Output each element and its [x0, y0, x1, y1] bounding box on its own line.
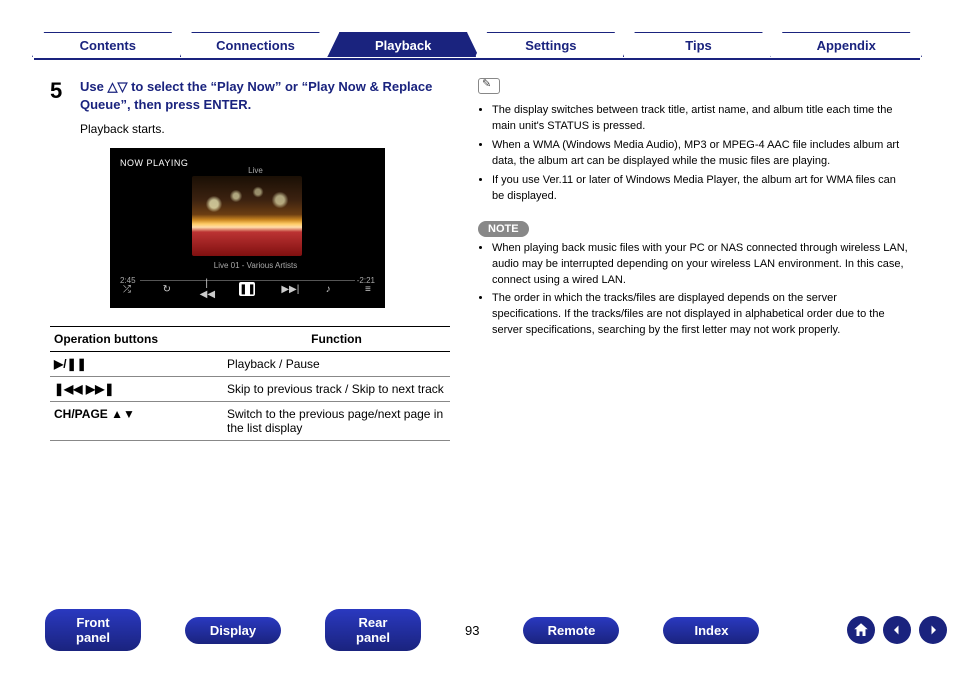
- op-btn-2: CH/PAGE ▲▼: [54, 407, 135, 421]
- tab-connections[interactable]: Connections: [180, 32, 332, 57]
- tab-contents[interactable]: Contents: [32, 32, 184, 57]
- operation-table: Operation buttons Function ▶/❚❚ Playback …: [50, 326, 450, 441]
- cursor-up-down-icon: △▽: [107, 79, 127, 94]
- table-row: ▶/❚❚ Playback / Pause: [50, 352, 450, 377]
- queue-icon: ≡: [361, 284, 375, 295]
- op-fn-0: Playback / Pause: [223, 352, 450, 377]
- op-btn-0: ▶/❚❚: [54, 357, 87, 371]
- step-subtext: Playback starts.: [80, 122, 450, 136]
- album-art: [192, 176, 302, 256]
- op-fn-1: Skip to previous track / Skip to next tr…: [223, 377, 450, 402]
- list-item: When a WMA (Windows Media Audio), MP3 or…: [492, 138, 908, 170]
- front-panel-button[interactable]: Front panel: [45, 609, 141, 651]
- tab-settings[interactable]: Settings: [475, 32, 627, 57]
- tab-tips[interactable]: Tips: [623, 32, 775, 57]
- tip-icon: [478, 78, 500, 94]
- note-list: When playing back music files with your …: [478, 241, 908, 340]
- pause-icon: ❚❚: [239, 282, 255, 296]
- remote-button[interactable]: Remote: [523, 617, 619, 644]
- note-badge: NOTE: [478, 221, 529, 237]
- op-th1: Operation buttons: [50, 327, 223, 352]
- table-row: CH/PAGE ▲▼ Switch to the previous page/ne…: [50, 402, 450, 441]
- repeat-icon: ↻: [160, 284, 174, 295]
- prev-page-icon[interactable]: [883, 616, 911, 644]
- manual-page: Contents Connections Playback Settings T…: [0, 0, 954, 673]
- list-item: When playing back music files with your …: [492, 241, 908, 289]
- step-title: Use △▽ to select the “Play Now” or “Play…: [80, 78, 450, 114]
- eq-icon: ♪: [321, 284, 335, 295]
- skip-prev-icon: |◀◀: [200, 278, 214, 300]
- op-fn-2: Switch to the previous page/next page in…: [223, 402, 450, 441]
- player-album: Live: [118, 166, 393, 175]
- top-tab-bar: Contents Connections Playback Settings T…: [34, 32, 920, 60]
- player-screenshot: NOW PLAYING Live Live 01 - Various Artis…: [110, 148, 385, 308]
- step-number: 5: [50, 78, 62, 104]
- index-button[interactable]: Index: [663, 617, 759, 644]
- op-th2: Function: [223, 327, 450, 352]
- step-title-pre: Use: [80, 79, 107, 94]
- table-row: ❚◀◀ ▶▶❚ Skip to previous track / Skip to …: [50, 377, 450, 402]
- op-btn-1: ❚◀◀ ▶▶❚: [54, 382, 114, 396]
- player-buttons: ⤮ ↻ |◀◀ ❚❚ ▶▶| ♪ ≡: [120, 278, 375, 300]
- skip-next-icon: ▶▶|: [281, 284, 295, 295]
- tab-appendix[interactable]: Appendix: [770, 32, 922, 57]
- rear-panel-button[interactable]: Rear panel: [325, 609, 421, 651]
- shuffle-icon: ⤮: [120, 284, 134, 295]
- next-page-icon[interactable]: [919, 616, 947, 644]
- player-track: Live 01 - Various Artists: [118, 261, 393, 270]
- page-number: 93: [465, 623, 479, 638]
- tab-playback[interactable]: Playback: [327, 32, 479, 57]
- home-icon[interactable]: [847, 616, 875, 644]
- list-item: The order in which the tracks/files are …: [492, 291, 908, 339]
- display-button[interactable]: Display: [185, 617, 281, 644]
- list-item: The display switches between track title…: [492, 103, 908, 135]
- list-item: If you use Ver.11 or later of Windows Me…: [492, 173, 908, 205]
- step-title-post: to select the “Play Now” or “Play Now & …: [80, 79, 432, 112]
- bottom-nav: Front panel Display Rear panel 93 Remote…: [45, 615, 909, 645]
- tip-list: The display switches between track title…: [478, 103, 908, 205]
